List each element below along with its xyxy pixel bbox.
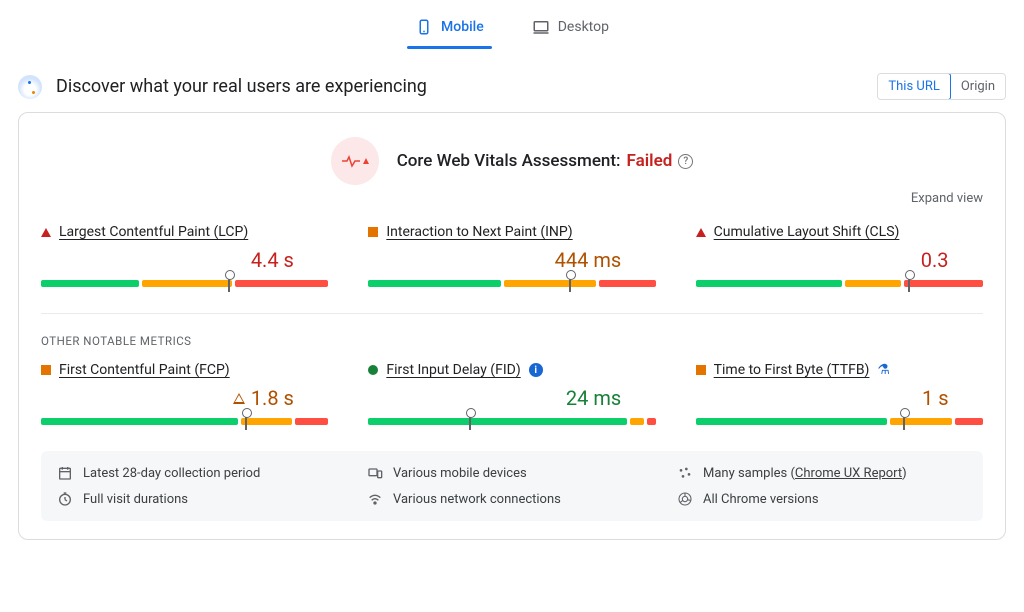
metric-core-2: Cumulative Layout Shift (CLS) 0.3	[696, 224, 983, 287]
metric-value: 24 ms	[368, 386, 655, 410]
metric-name[interactable]: Time to First Byte (TTFB)	[714, 362, 870, 378]
other-metrics-label: OTHER NOTABLE METRICS	[41, 313, 983, 348]
footer-chrome: All Chrome versions	[677, 491, 967, 507]
status-indicator-icon	[41, 365, 51, 375]
metric-name[interactable]: Interaction to Next Paint (INP)	[386, 224, 572, 240]
metric-name[interactable]: First Contentful Paint (FCP)	[59, 362, 230, 378]
distribution-bar	[696, 418, 983, 425]
tab-label: Mobile	[441, 19, 484, 35]
metric-other-2: Time to First Byte (TTFB) ⚗ 1 s	[696, 362, 983, 425]
expand-view-link[interactable]: Expand view	[41, 191, 983, 206]
tab-desktop[interactable]: Desktop	[528, 8, 613, 48]
metric-core-0: Largest Contentful Paint (LCP) 4.4 s	[41, 224, 328, 287]
tab-mobile[interactable]: Mobile	[411, 8, 488, 48]
footer-info: Latest 28-day collection period Various …	[41, 451, 983, 521]
metric-value: 1.8 s	[41, 386, 328, 410]
calendar-icon	[57, 465, 73, 481]
toggle-this-url[interactable]: This URL	[877, 73, 950, 100]
footer-devices: Various mobile devices	[367, 465, 657, 481]
status-indicator-icon	[41, 228, 51, 237]
distribution-bar	[41, 418, 328, 425]
footer-period: Latest 28-day collection period	[57, 465, 347, 481]
footer-samples: Many samples (Chrome UX Report)	[677, 465, 967, 481]
wifi-icon	[367, 491, 383, 507]
status-indicator-icon	[696, 365, 706, 375]
metric-core-1: Interaction to Next Paint (INP) 444 ms	[368, 224, 655, 287]
device-tabs: Mobile Desktop	[0, 0, 1024, 49]
marker-icon	[903, 413, 905, 430]
metric-other-1: First Input Delay (FID) i 24 ms	[368, 362, 655, 425]
help-icon[interactable]: ?	[678, 154, 693, 169]
status-indicator-icon	[696, 228, 706, 237]
assessment-text: Core Web Vitals Assessment: Failed ?	[397, 151, 694, 171]
metric-value: 0.3	[696, 248, 983, 272]
clock-icon	[57, 491, 73, 507]
metric-value: 1 s	[696, 386, 983, 410]
toggle-origin[interactable]: Origin	[950, 74, 1005, 99]
metric-name[interactable]: First Input Delay (FID)	[386, 362, 520, 378]
scatter-icon	[677, 465, 693, 481]
assessment-status-icon	[331, 137, 379, 185]
status-indicator-icon	[368, 365, 378, 375]
marker-icon	[469, 413, 471, 430]
distribution-bar	[368, 280, 655, 287]
info-icon[interactable]: i	[529, 363, 543, 377]
marker-icon	[228, 275, 230, 292]
metric-name[interactable]: Cumulative Layout Shift (CLS)	[714, 224, 900, 240]
metric-other-0: First Contentful Paint (FCP) 1.8 s	[41, 362, 328, 425]
footer-network: Various network connections	[367, 491, 657, 507]
metric-name[interactable]: Largest Contentful Paint (LCP)	[59, 224, 248, 240]
page-title: Discover what your real users are experi…	[56, 76, 427, 97]
core-metrics: Largest Contentful Paint (LCP) 4.4 s Int…	[41, 224, 983, 287]
other-metrics: First Contentful Paint (FCP) 1.8 s First…	[41, 362, 983, 425]
scope-toggle: This URL Origin	[877, 73, 1006, 100]
status-indicator-icon	[368, 227, 378, 237]
distribution-bar	[368, 418, 655, 425]
tab-label: Desktop	[558, 19, 609, 35]
distribution-bar	[41, 280, 328, 287]
warning-icon	[233, 393, 245, 404]
vitals-panel: Core Web Vitals Assessment: Failed ? Exp…	[18, 112, 1006, 540]
distribution-bar	[696, 280, 983, 287]
flask-icon: ⚗	[877, 362, 890, 378]
gauge-icon	[18, 75, 42, 99]
assessment-result: Failed	[627, 151, 673, 171]
marker-icon	[908, 275, 910, 292]
header-row: Discover what your real users are experi…	[0, 49, 1024, 112]
desktop-icon	[532, 18, 550, 36]
marker-icon	[245, 413, 247, 430]
metric-value: 4.4 s	[41, 248, 328, 272]
mobile-icon	[415, 18, 433, 36]
assessment-label: Core Web Vitals Assessment:	[397, 151, 621, 171]
metric-value: 444 ms	[368, 248, 655, 272]
assessment-row: Core Web Vitals Assessment: Failed ?	[41, 137, 983, 185]
chrome-icon	[677, 491, 693, 507]
devices-icon	[367, 465, 383, 481]
marker-icon	[569, 275, 571, 292]
footer-durations: Full visit durations	[57, 491, 347, 507]
crux-link[interactable]: Chrome UX Report	[795, 466, 902, 481]
